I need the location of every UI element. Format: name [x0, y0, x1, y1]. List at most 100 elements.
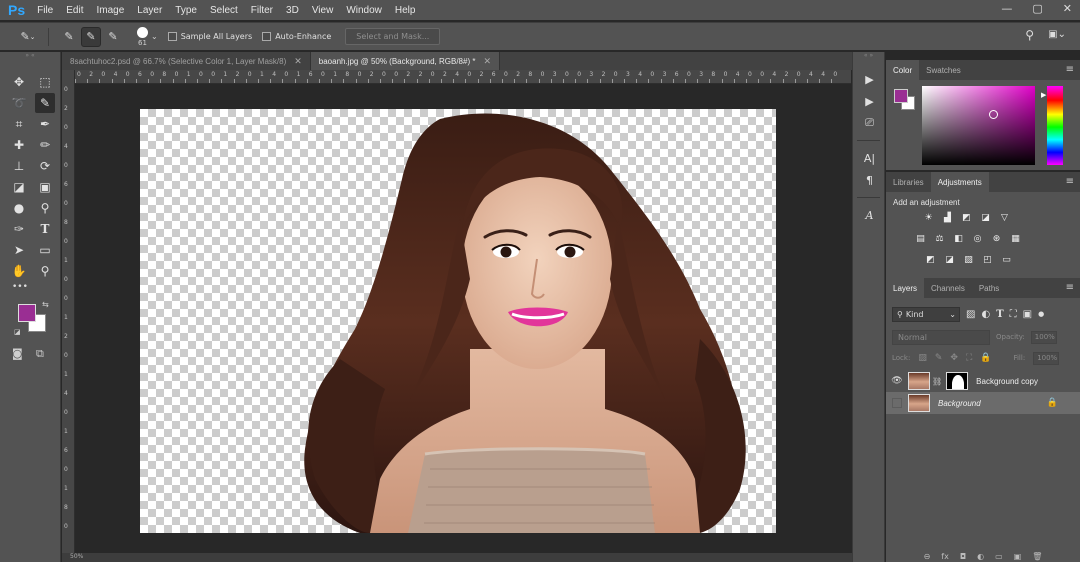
panel-menu-icon[interactable]: ≡	[1066, 176, 1074, 187]
auto-enhance-checkbox[interactable]: Auto-Enhance	[262, 32, 331, 41]
tab-layers[interactable]: Layers	[886, 278, 925, 298]
tool-preset-picker[interactable]: ✎ ⌄	[18, 27, 38, 47]
lock-position-icon[interactable]: ✥	[950, 353, 958, 363]
close-button[interactable]: ✕	[1063, 2, 1072, 15]
filter-toggle-icon[interactable]: ●	[1038, 310, 1044, 318]
menu-window[interactable]: Window	[346, 5, 382, 16]
hand-icon[interactable]: ✋	[9, 261, 29, 281]
layer-row-background-copy[interactable]: 👁 ⛓ Background copy	[886, 370, 1080, 392]
panel-menu-icon[interactable]: ≡	[1066, 282, 1074, 293]
zoom-icon[interactable]: ⚲	[35, 261, 55, 281]
document-canvas[interactable]	[140, 109, 776, 533]
blend-mode-select[interactable]: Normal	[892, 329, 990, 345]
menu-help[interactable]: Help	[395, 5, 416, 16]
shape-filter-icon[interactable]: ⛶	[1010, 309, 1017, 320]
marquee-icon[interactable]: ⬚	[35, 72, 55, 92]
subtract-from-selection-button[interactable]: ✎	[103, 27, 123, 47]
lock-image-icon[interactable]: ✎	[935, 353, 943, 363]
brightness-contrast-icon[interactable]: ☀	[922, 212, 935, 224]
screen-mode-icon[interactable]: ⧉	[36, 347, 44, 361]
gradient-icon[interactable]: ▣	[35, 177, 55, 197]
hue-slider-arrow-icon[interactable]: ▶	[1041, 91, 1046, 99]
type-filter-icon[interactable]: T	[996, 309, 1003, 320]
eraser-icon[interactable]: ◪	[9, 177, 29, 197]
adjustment-filter-icon[interactable]: ◐	[981, 309, 990, 320]
link-layers-icon[interactable]: ⊖	[924, 552, 931, 562]
tab-baoanh[interactable]: baoanh.jpg @ 50% (Background, RGB/8#) * …	[310, 52, 500, 70]
lock-all-icon[interactable]: 🔒	[980, 353, 991, 363]
menu-image[interactable]: Image	[96, 5, 124, 16]
menu-view[interactable]: View	[312, 5, 334, 16]
history-brush-icon[interactable]: ⟳	[35, 156, 55, 176]
smart-object-filter-icon[interactable]: ▣	[1023, 309, 1032, 320]
exposure-icon[interactable]: ◪	[979, 212, 992, 224]
channel-mixer-icon[interactable]: ⊛	[990, 233, 1003, 245]
selective-color-icon[interactable]: ◰	[981, 254, 994, 266]
pen-icon[interactable]: ✑	[9, 219, 29, 239]
dodge-icon[interactable]: ⚲	[35, 198, 55, 218]
swap-colors-icon[interactable]: ⇆	[42, 300, 49, 309]
link-icon[interactable]: ⛓	[932, 377, 942, 386]
horizontal-ruler[interactable]: 0204060801001201401601802002202402602803…	[75, 70, 851, 84]
menu-edit[interactable]: Edit	[66, 5, 83, 16]
threshold-icon[interactable]: ▨	[962, 254, 975, 266]
lasso-icon[interactable]: ➰	[9, 93, 29, 113]
hue-saturation-icon[interactable]: ▤	[914, 233, 927, 245]
search-icon[interactable]: ⚲	[1025, 28, 1034, 42]
hue-slider[interactable]	[1047, 86, 1063, 165]
move-icon[interactable]: ✥	[9, 72, 29, 92]
layer-mask-thumbnail[interactable]	[946, 372, 969, 390]
history-icon[interactable]: ▶	[853, 68, 886, 90]
curves-icon[interactable]: ◩	[960, 212, 973, 224]
new-layer-icon[interactable]: ▣	[1014, 552, 1022, 562]
quick-mask-icon[interactable]: ◙	[12, 347, 23, 360]
panel-menu-icon[interactable]: ≡	[1066, 64, 1074, 75]
menu-filter[interactable]: Filter	[251, 5, 273, 16]
brush-icon[interactable]: ✏	[35, 135, 55, 155]
type-icon[interactable]: T	[35, 219, 55, 239]
color-spectrum[interactable]	[922, 86, 1035, 165]
tab-swatches[interactable]: Swatches	[919, 60, 968, 80]
character-icon[interactable]: A|	[853, 147, 886, 169]
workspace-switcher-icon[interactable]: ▣⌄	[1048, 29, 1066, 40]
properties-icon[interactable]: ⎚	[853, 112, 886, 134]
maximize-button[interactable]: ▢	[1032, 2, 1042, 15]
posterize-icon[interactable]: ◪	[943, 254, 956, 266]
menu-select[interactable]: Select	[210, 5, 238, 16]
black-white-icon[interactable]: ◧	[952, 233, 965, 245]
vertical-ruler[interactable]: 0 2 0 4 0 6 0 8 0 1 0 0 1 2 0 1 4 0 1 6 0 1 8 0	[62, 70, 75, 562]
color-swatches[interactable]: ⇆ ◪	[14, 300, 52, 338]
eyedropper-icon[interactable]: ✒	[35, 114, 55, 134]
vibrance-icon[interactable]: ▽	[998, 212, 1011, 224]
gradient-map-icon[interactable]: ▭	[1000, 254, 1013, 266]
quick-selection-icon[interactable]: ✎	[35, 93, 55, 113]
canvas-area[interactable]	[76, 85, 851, 562]
more-tools-icon[interactable]: •••	[12, 282, 28, 292]
eye-icon[interactable]: 👁	[886, 376, 908, 386]
menu-type[interactable]: Type	[175, 5, 197, 16]
color-balance-icon[interactable]: ⚖	[933, 233, 946, 245]
stamp-icon[interactable]: ⊥	[9, 156, 29, 176]
path-select-icon[interactable]: ➤	[9, 240, 29, 260]
shape-icon[interactable]: ▭	[35, 240, 55, 260]
add-mask-icon[interactable]: ◘	[960, 552, 966, 562]
default-colors-icon[interactable]: ◪	[14, 328, 21, 336]
foreground-color-swatch[interactable]	[18, 304, 36, 322]
paragraph-icon[interactable]: ¶	[853, 169, 886, 191]
crop-icon[interactable]: ⌗	[9, 114, 29, 134]
opacity-input[interactable]: 100%	[1030, 330, 1057, 344]
layer-row-background[interactable]: Background 🔒	[886, 392, 1080, 414]
zoom-level[interactable]: 50%	[70, 553, 83, 560]
brush-picker[interactable]: 61	[137, 26, 148, 47]
healing-icon[interactable]: ✚	[9, 135, 29, 155]
color-picker-ring[interactable]	[989, 110, 998, 119]
color-lookup-icon[interactable]: ▦	[1009, 233, 1022, 245]
fill-input[interactable]: 100%	[1033, 351, 1060, 365]
levels-icon[interactable]: ▟	[941, 212, 954, 224]
visibility-toggle[interactable]	[892, 398, 902, 408]
lock-transparent-icon[interactable]: ▨	[918, 353, 927, 363]
add-to-selection-button[interactable]: ✎	[81, 26, 101, 47]
menu-layer[interactable]: Layer	[137, 5, 162, 16]
glyphs-icon[interactable]: A	[853, 204, 886, 226]
minimize-button[interactable]: —	[1001, 2, 1012, 15]
